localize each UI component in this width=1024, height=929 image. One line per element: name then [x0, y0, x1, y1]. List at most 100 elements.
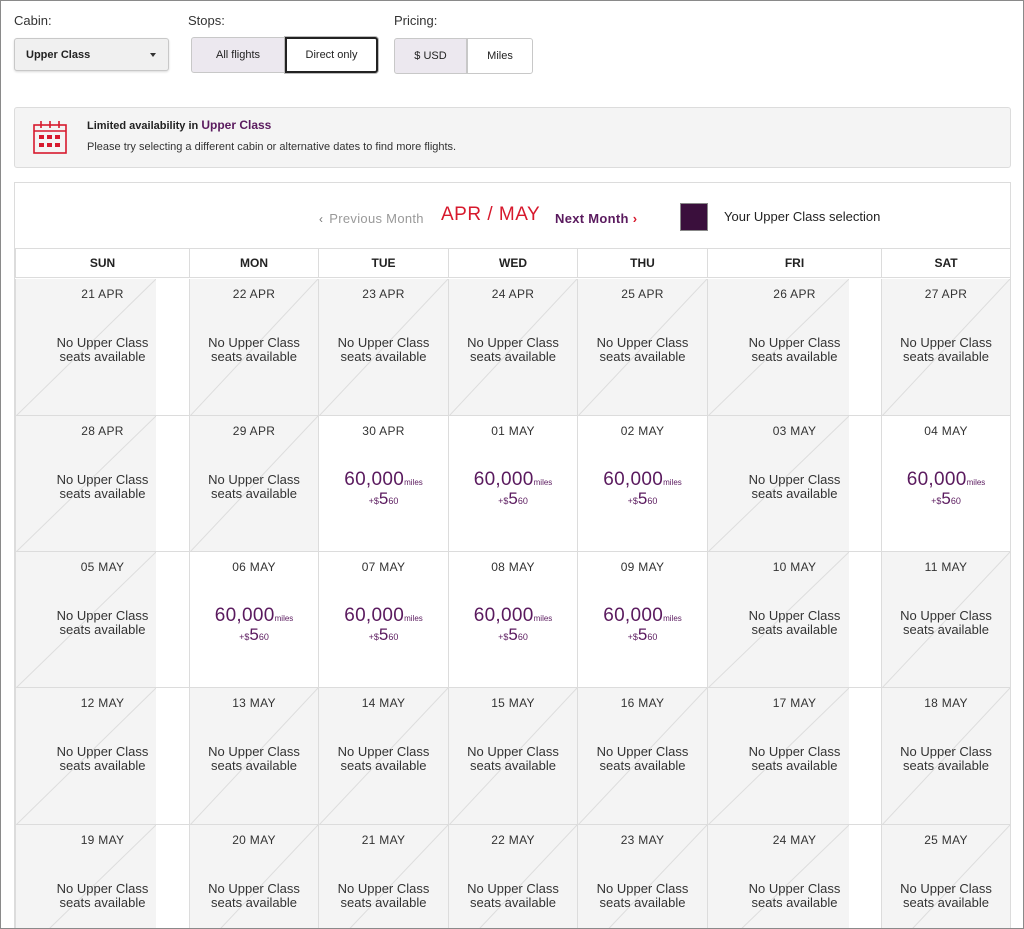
fare-miles-unit: miles: [663, 614, 682, 623]
fare-miles-unit: miles: [274, 614, 294, 623]
no-seats-line-2: seats available: [59, 348, 146, 364]
calendar-day-unavailable: 23 MAY No Upper Class seats available: [578, 825, 708, 929]
calendar-day-available[interactable]: 30 APR 60,000miles +$560: [319, 416, 449, 552]
stops-option-direct-only[interactable]: Direct only: [285, 37, 378, 73]
calendar-day-available[interactable]: 09 MAY 60,000miles +$560: [578, 552, 708, 688]
no-seats-message: No Upper Class seats available: [319, 745, 448, 772]
day-date-label: 30 APR: [362, 424, 405, 438]
day-date-label: 12 MAY: [80, 696, 125, 710]
no-seats-message: No Upper Class seats available: [16, 473, 189, 500]
fare-fee: +$560: [449, 489, 577, 509]
calendar-day-unavailable: 22 APR No Upper Class seats available: [190, 279, 319, 416]
day-date-label: 22 APR: [232, 287, 276, 301]
stops-toggle: All flights Direct only: [191, 37, 378, 73]
pricing-option-miles[interactable]: Miles: [467, 38, 533, 74]
cabin-label: Cabin:: [14, 13, 52, 28]
no-seats-line-2: seats available: [340, 894, 427, 910]
day-date-label: 08 MAY: [491, 560, 535, 574]
banner-title-prefix: Limited availability in: [87, 120, 199, 132]
no-seats-message: No Upper Class seats available: [190, 336, 318, 363]
no-seats-message: No Upper Class seats available: [449, 882, 577, 909]
day-date-label: 23 MAY: [620, 833, 665, 847]
day-date-label: 04 MAY: [924, 424, 968, 438]
pricing-toggle: $ USD Miles: [394, 38, 533, 74]
fare-miles: 60,000: [344, 605, 405, 626]
no-seats-line-2: seats available: [903, 757, 989, 773]
previous-month-label: Previous Month: [329, 211, 424, 226]
fare-fee-dollars: 5: [508, 625, 518, 644]
no-seats-line-2: seats available: [599, 348, 686, 364]
no-seats-line-2: seats available: [751, 621, 838, 637]
no-seats-message: No Upper Class seats available: [16, 745, 189, 772]
no-seats-line-2: seats available: [751, 894, 838, 910]
day-fare: 60,000miles +$560: [319, 605, 448, 645]
fare-fee-dollars: 5: [378, 489, 389, 508]
fare-fee-prefix: +$: [498, 496, 509, 506]
no-seats-message: No Upper Class seats available: [578, 745, 707, 772]
calendar-day-available[interactable]: 02 MAY 60,000miles +$560: [578, 416, 708, 552]
day-date-label: 24 APR: [491, 287, 535, 301]
no-seats-message: No Upper Class seats available: [319, 336, 448, 363]
fare-miles: 60,000: [344, 469, 405, 490]
calendar-day-available[interactable]: 08 MAY 60,000miles +$560: [449, 552, 578, 688]
banner-title: Limited availability in Upper Class: [87, 118, 271, 132]
calendar-day-available[interactable]: 07 MAY 60,000miles +$560: [319, 552, 449, 688]
calendar-day-available[interactable]: 04 MAY 60,000miles +$560: [882, 416, 1011, 552]
no-seats-message: No Upper Class seats available: [16, 336, 189, 363]
fare-fee: +$560: [319, 625, 448, 645]
no-seats-line-2: seats available: [599, 757, 686, 773]
fare-fee-cents: 60: [647, 632, 658, 642]
fare-miles-unit: miles: [533, 478, 553, 487]
no-seats-line-2: seats available: [211, 757, 297, 773]
banner-cabin-highlight: Upper Class: [201, 118, 272, 132]
calendar-day-unavailable: 19 MAY No Upper Class seats available: [15, 825, 190, 929]
no-seats-message: No Upper Class seats available: [449, 336, 577, 363]
calendar-day-unavailable: 14 MAY No Upper Class seats available: [319, 688, 449, 825]
weekday-header-tue: TUE: [319, 248, 449, 278]
day-fare: 60,000miles +$560: [578, 469, 707, 509]
calendar-icon: [31, 120, 71, 161]
day-date-label: 05 MAY: [80, 560, 125, 574]
calendar-day-unavailable: 15 MAY No Upper Class seats available: [449, 688, 578, 825]
day-date-label: 23 APR: [362, 287, 405, 301]
calendar-day-unavailable: 17 MAY No Upper Class seats available: [708, 688, 882, 825]
fare-miles: 60,000: [906, 469, 967, 490]
no-seats-line-2: seats available: [903, 894, 989, 910]
calendar-day-unavailable: 21 MAY No Upper Class seats available: [319, 825, 449, 929]
day-date-label: 06 MAY: [232, 560, 276, 574]
limited-availability-banner: Limited availability in Upper Class Plea…: [14, 107, 1011, 168]
fare-miles-unit: miles: [404, 478, 423, 487]
banner-message: Please try selecting a different cabin o…: [87, 141, 457, 153]
calendar-day-unavailable: 05 MAY No Upper Class seats available: [15, 552, 190, 688]
no-seats-line-2: seats available: [211, 348, 297, 364]
day-date-label: 25 MAY: [924, 833, 968, 847]
day-date-label: 27 APR: [924, 287, 968, 301]
fare-fee: +$560: [319, 489, 448, 509]
day-date-label: 03 MAY: [772, 424, 817, 438]
fare-fee-prefix: +$: [498, 632, 509, 642]
day-date-label: 17 MAY: [772, 696, 817, 710]
stops-option-all-flights[interactable]: All flights: [191, 37, 285, 73]
calendar-day-unavailable: 03 MAY No Upper Class seats available: [708, 416, 882, 552]
no-seats-message: No Upper Class seats available: [16, 609, 189, 636]
calendar-day-available[interactable]: 06 MAY 60,000miles +$560: [190, 552, 319, 688]
no-seats-message: No Upper Class seats available: [16, 882, 189, 909]
chevron-down-icon: [150, 53, 156, 57]
no-seats-message: No Upper Class seats available: [708, 473, 881, 500]
no-seats-message: No Upper Class seats available: [578, 882, 707, 909]
calendar-day-available[interactable]: 01 MAY 60,000miles +$560: [449, 416, 578, 552]
day-date-label: 28 APR: [81, 424, 124, 438]
day-fare: 60,000miles +$560: [882, 469, 1010, 509]
weekday-header-wed: WED: [449, 248, 578, 278]
day-fare: 60,000miles +$560: [449, 605, 577, 645]
previous-month-link[interactable]: ‹ Previous Month: [319, 211, 424, 226]
next-month-link[interactable]: Next Month ›: [555, 211, 637, 226]
no-seats-message: No Upper Class seats available: [882, 882, 1010, 909]
no-seats-line-2: seats available: [903, 621, 989, 637]
cabin-select[interactable]: Upper Class: [14, 38, 169, 71]
day-date-label: 20 MAY: [232, 833, 276, 847]
fare-fee: +$560: [190, 625, 318, 645]
day-date-label: 21 APR: [81, 287, 124, 301]
pricing-option-usd[interactable]: $ USD: [394, 38, 467, 74]
fare-fee-dollars: 5: [378, 625, 389, 644]
